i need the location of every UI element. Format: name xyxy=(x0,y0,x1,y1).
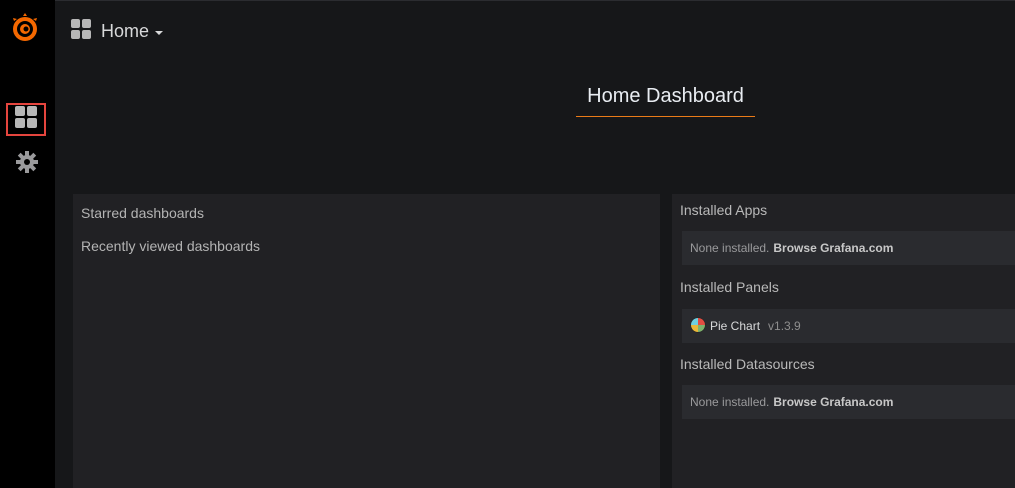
plugin-item-pie-chart[interactable]: Pie Chart v1.3.9 xyxy=(682,309,1015,343)
plugin-name: Pie Chart xyxy=(710,319,761,333)
installed-datasources-empty-text: None installed. xyxy=(690,395,770,409)
browse-grafana-link[interactable]: Browse Grafana.com xyxy=(773,395,893,409)
page-title: Home Dashboard xyxy=(587,85,744,107)
installed-datasources-card: None installed. Browse Grafana.com xyxy=(682,385,1015,419)
main-area: Home Home Dashboard Starred dashboards R… xyxy=(55,0,1015,488)
installed-apps-heading: Installed Apps xyxy=(680,202,768,218)
plugin-version: v1.3.9 xyxy=(768,319,801,333)
installed-datasources-heading: Installed Datasources xyxy=(680,356,815,372)
grafana-logo-icon[interactable] xyxy=(9,12,41,44)
plugin-list-panel: Installed Apps None installed. Browse Gr… xyxy=(672,194,1015,488)
grafana-app: Home Home Dashboard Starred dashboards R… xyxy=(0,0,1015,488)
sidebar xyxy=(0,0,55,488)
installed-apps-empty-text: None installed. xyxy=(690,241,770,255)
sidebar-item-configuration[interactable] xyxy=(14,150,40,179)
gear-icon xyxy=(15,150,39,179)
pie-chart-icon xyxy=(690,317,706,336)
dashboard-picker-label: Home xyxy=(101,20,150,41)
recently-viewed-heading[interactable]: Recently viewed dashboards xyxy=(81,238,260,254)
dashboard-title-block: Home Dashboard xyxy=(576,82,755,117)
dashboard-list-panel: Starred dashboards Recently viewed dashb… xyxy=(73,194,660,488)
sidebar-item-dashboards[interactable] xyxy=(6,103,46,136)
dashboard-picker[interactable]: Home xyxy=(71,18,164,44)
dashboards-icon xyxy=(71,18,91,44)
topbar: Home xyxy=(55,0,1015,59)
installed-panels-heading: Installed Panels xyxy=(680,279,779,295)
installed-apps-card: None installed. Browse Grafana.com xyxy=(682,231,1015,265)
dashboards-icon xyxy=(15,106,37,133)
caret-down-icon xyxy=(155,30,164,35)
browse-grafana-link[interactable]: Browse Grafana.com xyxy=(773,241,893,255)
starred-dashboards-heading[interactable]: Starred dashboards xyxy=(81,205,204,221)
